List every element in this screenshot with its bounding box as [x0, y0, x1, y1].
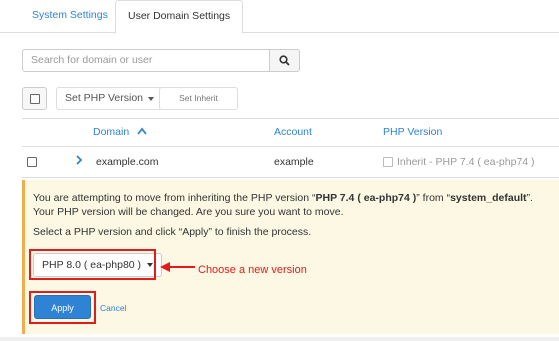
- php-version-cell-text: Inherit - PHP 7.4 ( ea-php74 ): [397, 156, 535, 168]
- account-cell: example: [274, 156, 314, 168]
- instruction-text: Select a PHP version and click “Apply” t…: [33, 226, 312, 238]
- expand-row-button[interactable]: [75, 154, 83, 169]
- column-header-php-version[interactable]: PHP Version: [383, 126, 442, 138]
- annotation-arrow-icon: [160, 262, 195, 272]
- confirmation-message: You are attempting to move from inheriti…: [33, 191, 553, 219]
- set-php-version-button[interactable]: Set PHP Version: [56, 87, 164, 110]
- message-source: system_default: [450, 192, 527, 204]
- header-divider: [22, 146, 559, 147]
- message-version: PHP 7.4 ( ea-php74 ): [315, 192, 417, 204]
- annotation-label: Choose a new version: [198, 264, 307, 276]
- caret-down-icon: [148, 96, 155, 101]
- set-php-version-label: Set PHP Version: [65, 92, 144, 104]
- column-header-domain-label: Domain: [93, 126, 130, 138]
- search-icon: [279, 55, 290, 66]
- message-mid: ” from “: [416, 192, 451, 204]
- search-input[interactable]: Search for domain or user: [22, 49, 287, 72]
- row-checkbox[interactable]: [27, 157, 37, 167]
- cancel-link[interactable]: Cancel: [100, 303, 126, 313]
- chevron-right-icon: [76, 155, 83, 165]
- domain-cell: example.com: [96, 156, 159, 168]
- highlight-box-apply: [29, 291, 96, 324]
- tab-system-settings[interactable]: System Settings: [20, 0, 120, 31]
- page-footer-strip: [0, 337, 559, 341]
- tab-bar: System Settings User Domain Settings: [0, 0, 559, 34]
- tab-user-domain-settings[interactable]: User Domain Settings: [115, 0, 244, 34]
- message-prefix: You are attempting to move from inheriti…: [33, 192, 316, 204]
- row-divider: [22, 177, 559, 178]
- column-header-domain[interactable]: Domain: [93, 126, 147, 138]
- highlight-box-select: [29, 249, 156, 280]
- php-version-cell: Inherit - PHP 7.4 ( ea-php74 ): [383, 156, 535, 168]
- search-button[interactable]: [269, 49, 300, 72]
- select-all-checkbox[interactable]: [22, 87, 47, 110]
- table-top-divider: [22, 118, 559, 119]
- inherit-checkbox[interactable]: [383, 157, 393, 167]
- sort-ascending-icon: [137, 127, 147, 135]
- column-header-account[interactable]: Account: [274, 126, 312, 138]
- checkbox-box: [29, 93, 40, 104]
- set-inherit-button[interactable]: Set Inherit: [159, 87, 238, 110]
